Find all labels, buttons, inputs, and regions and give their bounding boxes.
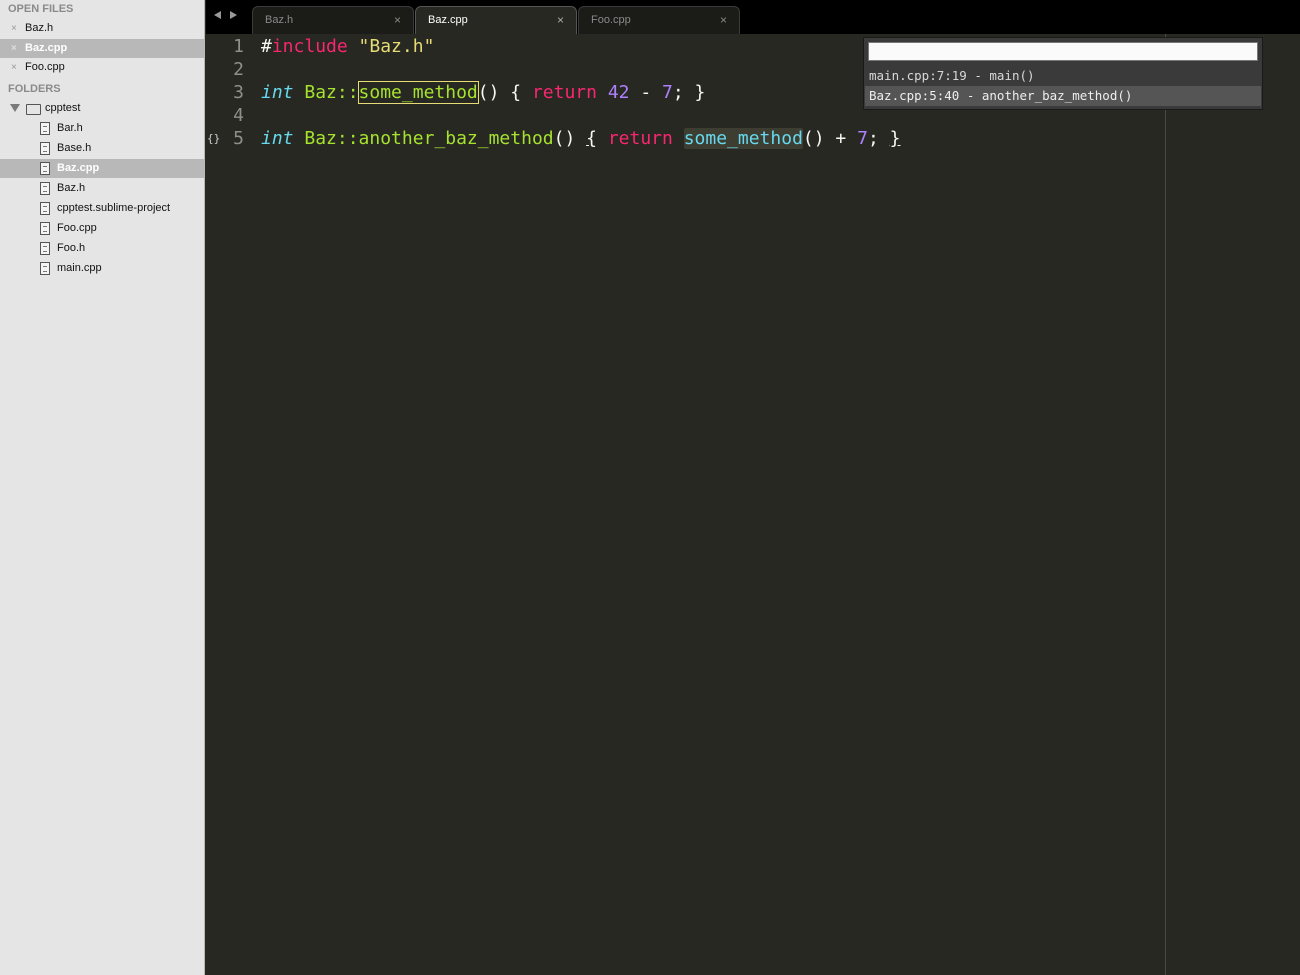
punctuation: () + bbox=[802, 128, 858, 149]
file-item[interactable]: Foo.cpp bbox=[0, 219, 205, 238]
line-number: 3 bbox=[233, 82, 244, 103]
file-icon bbox=[40, 202, 50, 215]
open-file-label: Baz.h bbox=[25, 22, 54, 34]
punctuation: ; } bbox=[672, 82, 706, 103]
code-line-1: #include "Baz.h" bbox=[261, 36, 434, 57]
folder-open-icon bbox=[26, 104, 41, 115]
symbol-result-item-selected[interactable]: Baz.cpp:5:40 - another_baz_method() bbox=[865, 86, 1261, 106]
close-file-icon[interactable]: × bbox=[11, 58, 17, 77]
line-number: 1 bbox=[233, 36, 244, 57]
file-icon bbox=[40, 162, 50, 175]
number-literal: 7 bbox=[662, 82, 673, 103]
file-label: cpptest.sublime-project bbox=[57, 202, 171, 214]
close-file-icon[interactable]: × bbox=[11, 39, 17, 58]
previous-tab-arrow-icon[interactable] bbox=[214, 11, 221, 19]
file-icon bbox=[40, 222, 50, 235]
file-label: Foo.cpp bbox=[57, 222, 97, 234]
punctuation: () { bbox=[477, 82, 532, 103]
goto-symbol-panel: main.cpp:7:19 - main() Baz.cpp:5:40 - an… bbox=[863, 37, 1263, 110]
file-icon bbox=[40, 242, 50, 255]
file-item[interactable]: Foo.h bbox=[0, 239, 205, 258]
open-brace-match: { bbox=[586, 128, 597, 149]
open-file-item[interactable]: × Baz.cpp bbox=[0, 39, 205, 58]
tab-label: Baz.h bbox=[265, 14, 294, 26]
file-label: main.cpp bbox=[57, 262, 102, 274]
tab-bar: Baz.h × Baz.cpp × Foo.cpp × bbox=[206, 0, 1300, 34]
type-token: int bbox=[261, 82, 294, 103]
number-literal: 42 bbox=[607, 82, 630, 103]
file-item[interactable]: main.cpp bbox=[0, 259, 205, 278]
tab-baz-h[interactable]: Baz.h × bbox=[252, 6, 414, 34]
file-icon bbox=[40, 122, 50, 135]
sidebar: OPEN FILES × Baz.h × Baz.cpp × Foo.cpp F… bbox=[0, 0, 205, 975]
number-literal: 7 bbox=[857, 128, 868, 149]
file-item[interactable]: Bar.h bbox=[0, 119, 205, 138]
symbol-result-item[interactable]: main.cpp:7:19 - main() bbox=[865, 66, 1261, 86]
column-ruler bbox=[1165, 34, 1166, 975]
punctuation: () bbox=[553, 128, 587, 149]
file-label: Bar.h bbox=[57, 122, 83, 134]
file-label: Base.h bbox=[57, 142, 92, 154]
file-label: Baz.cpp bbox=[57, 162, 100, 174]
disclosure-triangle-icon[interactable] bbox=[10, 104, 20, 112]
method-call-highlight[interactable]: some_method bbox=[683, 128, 803, 149]
line-number: 4 bbox=[233, 105, 244, 126]
class-scope: Baz:: bbox=[304, 128, 359, 149]
tab-baz-cpp[interactable]: Baz.cpp × bbox=[415, 6, 577, 34]
selected-method-name[interactable]: some_method bbox=[357, 81, 479, 104]
close-tab-icon[interactable]: × bbox=[557, 13, 564, 27]
folder-label: cpptest bbox=[45, 102, 81, 114]
open-files-header: OPEN FILES bbox=[8, 3, 74, 15]
open-file-label: Baz.cpp bbox=[25, 42, 68, 54]
code-line-5: int Baz::another_baz_method() { return s… bbox=[261, 128, 900, 149]
file-label: Baz.h bbox=[57, 182, 86, 194]
open-file-label: Foo.cpp bbox=[25, 61, 65, 73]
return-keyword: return bbox=[607, 128, 673, 149]
hash-token: # bbox=[261, 36, 272, 57]
code-line-3: int Baz::some_method() { return 42 - 7; … bbox=[261, 81, 706, 104]
line-number: 2 bbox=[233, 59, 244, 80]
include-string: "Baz.h" bbox=[358, 36, 435, 57]
file-icon bbox=[40, 142, 50, 155]
next-tab-arrow-icon[interactable] bbox=[230, 11, 237, 19]
open-file-item[interactable]: × Foo.cpp bbox=[0, 58, 205, 77]
return-keyword: return bbox=[531, 82, 597, 103]
close-tab-icon[interactable]: × bbox=[394, 13, 401, 27]
operator: - bbox=[629, 82, 663, 103]
folder-item-cpptest[interactable]: cpptest bbox=[0, 99, 205, 118]
include-keyword: include bbox=[271, 36, 348, 57]
class-scope: Baz:: bbox=[304, 82, 359, 103]
close-file-icon[interactable]: × bbox=[11, 19, 17, 38]
open-file-item[interactable]: × Baz.h bbox=[0, 19, 205, 38]
method-name: another_baz_method bbox=[358, 128, 554, 149]
goto-symbol-input[interactable] bbox=[868, 42, 1258, 61]
tab-foo-cpp[interactable]: Foo.cpp × bbox=[578, 6, 740, 34]
file-item[interactable]: Baz.h bbox=[0, 179, 205, 198]
type-token: int bbox=[261, 128, 294, 149]
punctuation: ; bbox=[867, 128, 890, 149]
close-tab-icon[interactable]: × bbox=[720, 13, 727, 27]
file-icon bbox=[40, 262, 50, 275]
file-item[interactable]: Baz.cpp bbox=[0, 159, 205, 178]
code-editor[interactable]: 1 2 3 4 5 {} #include "Baz.h" int Baz::s… bbox=[206, 34, 1300, 975]
folders-header: FOLDERS bbox=[8, 83, 61, 95]
file-item[interactable]: Base.h bbox=[0, 139, 205, 158]
file-icon bbox=[40, 182, 50, 195]
tab-label: Foo.cpp bbox=[591, 14, 631, 26]
tab-label: Baz.cpp bbox=[428, 14, 468, 26]
file-label: Foo.h bbox=[57, 242, 86, 254]
file-item[interactable]: cpptest.sublime-project bbox=[0, 199, 205, 218]
bracket-gutter-marker: {} bbox=[207, 132, 221, 145]
close-brace-match: } bbox=[889, 128, 901, 149]
